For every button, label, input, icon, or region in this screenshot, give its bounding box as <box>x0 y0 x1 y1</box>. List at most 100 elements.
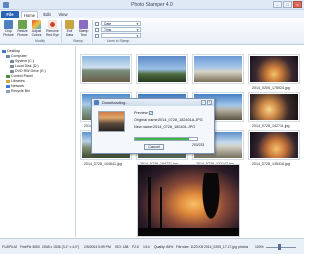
zoom-slider-handle[interactable] <box>278 244 281 250</box>
thumbnail[interactable] <box>80 54 132 84</box>
palm-silhouette <box>148 177 151 235</box>
remove-label-2: Red Eye <box>45 32 59 37</box>
thumbnail[interactable] <box>136 54 188 84</box>
line1-select[interactable]: Date ▼ <box>101 21 141 26</box>
zoom-level: 100% <box>255 245 264 249</box>
original-name-value: 2014_0728_182401A.JPG <box>158 118 203 122</box>
stamp-text-button[interactable]: Stamp Text <box>77 19 90 38</box>
status-bar: FUJIFILM FinePix 3600 2048 x 1536 (3.1" … <box>0 238 304 254</box>
status-iso: ISO: 188 <box>115 245 129 249</box>
thumbnail-caption: 2014_0728_104641.jpg <box>84 162 122 166</box>
tab-file[interactable]: File <box>1 11 19 18</box>
tab-edit[interactable]: Edit <box>40 11 54 18</box>
status-exposure: 1/14 <box>143 245 150 249</box>
status-datetime: 2/5/2004 5:59 PM <box>84 245 111 249</box>
tree-item-label: DVD RW Drive (E:) <box>15 69 46 73</box>
tree-item-label: Network <box>11 84 25 88</box>
folder-icon <box>10 59 14 63</box>
line2-value: Time <box>104 28 112 32</box>
line2-select[interactable]: Time ▼ <box>101 27 141 32</box>
tree-item-label: Computer <box>11 54 27 58</box>
status-filename: 2014_0205_17.17.jpg <box>204 245 237 249</box>
thumbnail[interactable] <box>248 92 300 122</box>
status-model: FinePix 3600 <box>20 245 40 249</box>
chevron-down-icon: ▼ <box>136 22 139 26</box>
preview-label: Preview: <box>134 111 149 115</box>
status-quality: Quality: 88% <box>154 245 174 249</box>
maximize-button[interactable]: □ <box>283 1 292 8</box>
crop-picture-button[interactable]: Crop Picture <box>2 19 15 38</box>
crop-icon <box>4 20 13 29</box>
red-eye-icon <box>48 20 57 29</box>
tab-view[interactable]: View <box>56 11 70 18</box>
folder-icon <box>10 64 14 68</box>
minimize-button[interactable]: – <box>273 1 282 8</box>
ribbon-separator-2 <box>92 20 93 43</box>
color-palette-icon <box>32 20 41 29</box>
status-filesize: File size: 1123 KB <box>176 245 204 249</box>
original-name-label: Original name: <box>134 118 159 122</box>
remove-red-eye-button[interactable]: Remove Red Eye <box>45 19 60 38</box>
ground <box>138 228 239 236</box>
dialog-close-button[interactable]: × <box>207 100 212 105</box>
line3-select[interactable]: ▼ <box>101 33 141 38</box>
chevron-down-icon: ▼ <box>136 28 139 32</box>
line1-value: Date <box>104 22 112 26</box>
status-fnumber: F2.6 <box>132 245 139 249</box>
ribbon: Crop Picture Resize Picture Adjust Color… <box>0 18 304 45</box>
new-name-label: New name: <box>134 125 154 129</box>
download-progress-bar <box>134 137 198 141</box>
thumbnail[interactable] <box>192 54 244 84</box>
tab-home[interactable]: Home <box>21 11 38 18</box>
crop-label-2: Picture <box>3 32 14 37</box>
resize-picture-button[interactable]: Resize Picture <box>16 19 29 38</box>
dialog-minimize-button[interactable]: – <box>201 100 206 105</box>
group-lines-label: Lines to Stamp <box>106 39 130 43</box>
folder-tree: Desktop Computer System (C:) Local Disk (D:… <box>0 46 76 237</box>
cancel-button[interactable]: Cancel <box>144 144 164 150</box>
folder-icon <box>10 69 14 73</box>
thumbnail[interactable] <box>248 54 300 84</box>
status-count: photos <box>238 245 249 249</box>
tree-item-label: System (C:) <box>15 59 34 63</box>
thumbnail-image <box>194 56 242 82</box>
thumbnail-image <box>250 56 298 82</box>
resize-icon <box>18 20 27 29</box>
folder-icon <box>6 89 10 93</box>
download-icon <box>94 100 99 105</box>
title-bar: Photo Stamper 4.0 – □ × <box>0 0 304 10</box>
progress-fill <box>135 138 189 140</box>
stamp-label-2: Text <box>80 32 87 37</box>
close-button[interactable]: × <box>293 1 302 8</box>
thumbnail-image <box>250 132 298 158</box>
download-preview-image <box>98 111 125 132</box>
stamp-icon <box>79 20 88 29</box>
tree-item-label: Libraries <box>11 79 25 83</box>
ribbon-tabs: File Home Edit View <box>0 10 304 18</box>
line2-checkbox[interactable] <box>95 28 99 32</box>
adjust-colors-button[interactable]: Adjust Colors <box>30 19 43 38</box>
line1-checkbox[interactable] <box>95 22 99 26</box>
large-preview <box>137 164 240 237</box>
folder-icon <box>6 54 10 58</box>
folder-icon <box>6 84 10 88</box>
tree-item-label: Recycle Bin <box>11 89 30 93</box>
ribbon-separator <box>61 20 62 43</box>
window-controls: – □ × <box>273 1 302 8</box>
line3-checkbox[interactable] <box>95 34 99 38</box>
exif-data-button[interactable]: Exif Data <box>63 19 76 38</box>
tree-item[interactable]: Recycle Bin <box>6 89 30 94</box>
exif-label-2: Data <box>65 32 74 37</box>
thumbnail[interactable] <box>248 130 300 160</box>
thumbnail-image <box>138 56 186 82</box>
download-dialog: Downloading... – × Preview: ✓ Original n… <box>91 98 215 154</box>
zoom-slider[interactable] <box>266 247 296 248</box>
tree-item-label: Control Panel <box>11 74 33 78</box>
thumbnail-image <box>250 94 298 120</box>
tree-item-label: Local Disk (D:) <box>15 64 39 68</box>
status-camera: FUJIFILM <box>2 245 17 249</box>
preview-checkbox[interactable]: ✓ <box>149 111 153 115</box>
folder-icon <box>6 74 10 78</box>
group-modify-label: Modify <box>35 39 45 43</box>
tree-item-label: Desktop <box>7 49 21 53</box>
